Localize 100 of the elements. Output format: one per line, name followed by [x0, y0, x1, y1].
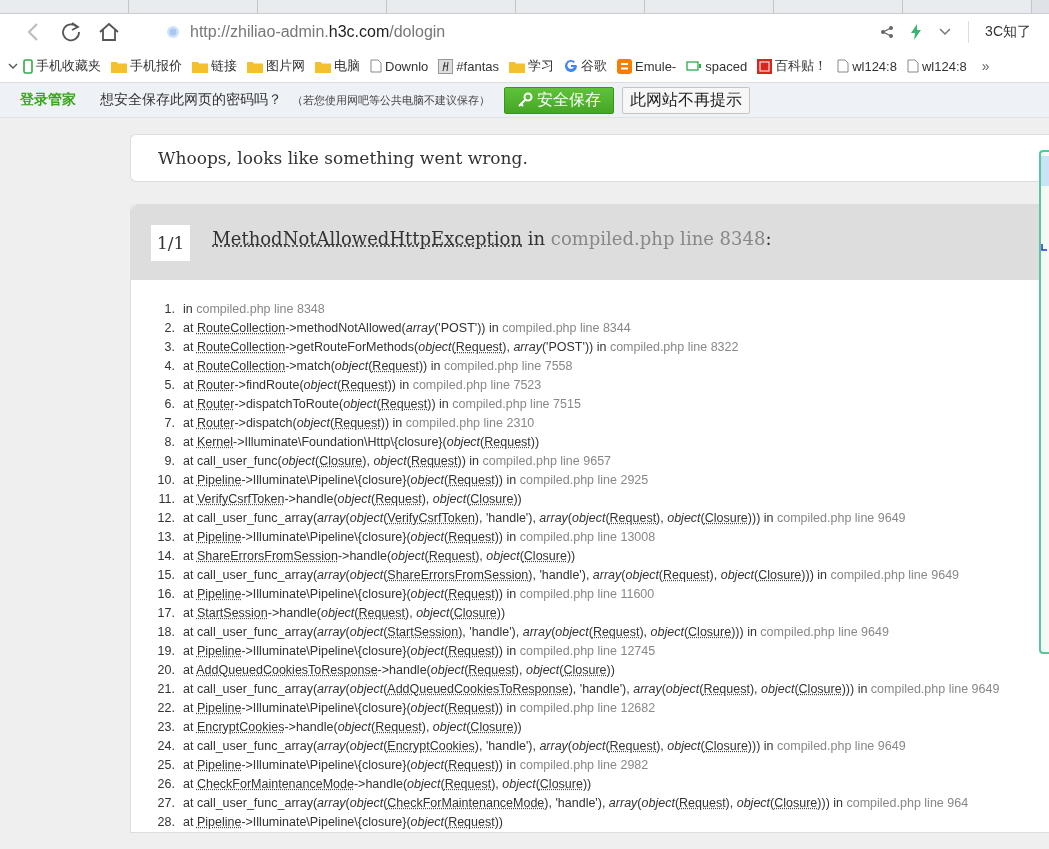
blogger-icon	[617, 58, 632, 74]
stack-frame: at RouteCollection->getRouteForMethods(object(Request), array('POST')) in compiled.php line 8322	[183, 338, 1043, 357]
line-number: 6.	[163, 396, 176, 413]
headline: Whoops, looks like something went wrong.	[158, 148, 528, 168]
browser-tab[interactable]	[387, 0, 516, 13]
stack-frame: at Router->findRoute(object(Request)) in compiled.php line 7523	[183, 376, 1043, 395]
bookmark-item[interactable]: 手机报价	[106, 57, 187, 75]
line-number: 20.	[156, 662, 176, 679]
line-number: 25.	[156, 757, 176, 774]
line-number: 22.	[156, 700, 176, 717]
browser-tab[interactable]	[903, 0, 1032, 13]
line-number: 17.	[156, 605, 176, 622]
line-number: 9.	[163, 453, 176, 470]
stack-frame: at call_user_func_array(array(object(AddQueuedCookiesToResponse), 'handle'), array(object(Request), object(Closure))) in compiled.php line 9649	[183, 680, 1043, 699]
folder-icon	[315, 59, 331, 73]
chevron-down-icon[interactable]	[938, 27, 953, 37]
folder-icon	[192, 59, 208, 73]
chevron-down-icon[interactable]	[8, 62, 18, 70]
page-icon	[370, 59, 382, 73]
prompt-text: 想安全保存此网页的密码吗？	[100, 91, 282, 109]
line-number: 4.	[163, 358, 176, 375]
browser-tab[interactable]	[0, 0, 129, 13]
bookmark-item[interactable]: #fantas	[433, 58, 504, 74]
line-number: 27.	[156, 795, 176, 812]
line-number: 10.	[156, 472, 176, 489]
bookmark-item[interactable]: 谷歌	[559, 57, 612, 75]
bookmark-item[interactable]: Emule-	[612, 58, 682, 74]
stack-frame: at call_user_func_array(array(object(ShareErrorsFromSession), 'handle'), array(object(Request), object(Closure))) in compiled.php line 9649	[183, 566, 1043, 585]
line-number: 12.	[156, 510, 176, 527]
lightning-icon[interactable]	[910, 24, 923, 40]
bookmark-item[interactable]: 学习	[504, 57, 559, 75]
bookmark-item[interactable]: wl124:8	[832, 58, 902, 74]
address-field[interactable]: http://zhiliao-admin.h3c.com/dologin	[166, 17, 865, 47]
page-icon	[906, 59, 919, 73]
globe-icon	[166, 25, 180, 39]
line-number: 14.	[156, 548, 176, 565]
stack-frame: at Pipeline->Illuminate\Pipeline\{closure}(object(Request)) in compiled.php line 13008	[183, 528, 1043, 547]
stack-frame: at call_user_func_array(array(object(CheckForMaintenanceMode), 'handle'), array(object(Request), object(Closure))) in compiled.php line 964	[183, 794, 1043, 813]
colon: :	[765, 228, 772, 249]
reload-icon[interactable]	[60, 21, 82, 43]
stack-frame: at StartSession->handle(object(Request), object(Closure))	[183, 604, 1043, 623]
stack-frame: at Router->dispatchToRoute(object(Request)) in compiled.php line 7515	[183, 395, 1043, 414]
brand-label: 登录管家	[20, 91, 76, 109]
folder-icon	[509, 59, 525, 73]
stack-frame: at Pipeline->Illuminate\Pipeline\{closure}(object(Request)) in compiled.php line 2925	[183, 471, 1043, 490]
bookmark-item[interactable]: wl124:8	[901, 58, 972, 74]
page-icon	[837, 59, 850, 73]
line-number: 11.	[157, 491, 176, 508]
browser-tab[interactable]	[129, 0, 258, 13]
browser-tab[interactable]	[774, 0, 903, 13]
more-bookmarks-button[interactable]: »	[981, 58, 990, 74]
line-number: 26.	[156, 776, 176, 793]
bookmark-item[interactable]: 手机收藏夹	[18, 57, 106, 75]
stack-frame: at CheckForMaintenanceMode->handle(object(Request), object(Closure))	[183, 775, 1043, 794]
exception-name: MethodNotAllowedHttpException	[212, 228, 523, 249]
stack-frame: at Pipeline->Illuminate\Pipeline\{closure}(object(Request))	[183, 813, 1043, 832]
search-field[interactable]: 3C知了	[985, 23, 1039, 41]
line-number: 19.	[156, 643, 176, 660]
stack-frame: at Pipeline->Illuminate\Pipeline\{closure}(object(Request)) in compiled.php line 12682	[183, 699, 1043, 718]
exception-in: in	[526, 228, 547, 249]
bookmark-item[interactable]: 电脑	[310, 57, 365, 75]
never-button[interactable]: 此网站不再提示	[622, 86, 750, 114]
browser-tab[interactable]	[258, 0, 387, 13]
bookmark-item[interactable]: 百科贴！	[752, 57, 833, 75]
stack-frame: at VerifyCsrfToken->handle(object(Request), object(Closure))	[183, 490, 1043, 509]
stack-frame: at Kernel->Illuminate\Foundation\Http\{closure}(object(Request))	[183, 433, 1043, 452]
google-g-icon	[564, 59, 578, 73]
stamp-icon	[757, 58, 773, 74]
bookmark-item[interactable]: spaced	[681, 58, 753, 74]
line-number: 1.	[163, 301, 176, 318]
browser-tab[interactable]	[516, 0, 645, 13]
device-icon	[686, 60, 703, 72]
bookmark-item[interactable]: Downlo	[365, 58, 434, 74]
stack-frame: at Pipeline->Illuminate\Pipeline\{closure}(object(Request)) in compiled.php line 2982	[183, 756, 1043, 775]
folder-icon	[247, 59, 263, 73]
line-number: 3.	[163, 339, 176, 356]
folder-icon	[111, 59, 127, 73]
line-number: 28.	[156, 814, 176, 831]
stack-frame: at call_user_func_array(array(object(VerifyCsrfToken), 'handle'), array(object(Request), object(Closure))) in compiled.php line 9649	[183, 509, 1043, 528]
stack-frame: in compiled.php line 8348	[183, 300, 1043, 319]
counter-badge: 1/1	[151, 224, 191, 261]
line-number: 13.	[156, 529, 176, 546]
line-number: 7.	[163, 415, 176, 432]
stack-frame: at EncryptCookies->handle(object(Request), object(Closure))	[183, 718, 1043, 737]
script-h-icon	[438, 58, 454, 74]
bookmark-item[interactable]: 图片网	[242, 57, 310, 75]
stack-frame: at Pipeline->Illuminate\Pipeline\{closure}(object(Request)) in compiled.php line 12745	[183, 642, 1043, 661]
bookmark-item[interactable]: 链接	[187, 57, 242, 75]
home-icon[interactable]	[98, 21, 120, 43]
share-icon[interactable]	[880, 25, 895, 39]
stack-frame: at call_user_func_array(array(object(EncryptCookies), 'handle'), array(object(Request), object(Closure))) in compiled.php line 9649	[183, 737, 1043, 756]
line-number: 16.	[156, 586, 176, 603]
stack-frame: at Router->dispatch(object(Request)) in compiled.php line 2310	[183, 414, 1043, 433]
browser-tab[interactable]	[645, 0, 774, 13]
stack-frame: at ShareErrorsFromSession->handle(object(Request), object(Closure))	[183, 547, 1043, 566]
line-number: 24.	[156, 738, 176, 755]
stack-frame: at RouteCollection->methodNotAllowed(array('POST')) in compiled.php line 8344	[183, 319, 1043, 338]
stack-frame: at call_user_func(object(Closure), object(Request)) in compiled.php line 9657	[183, 452, 1043, 471]
key-icon	[517, 92, 533, 108]
line-number: 21.	[156, 681, 176, 698]
